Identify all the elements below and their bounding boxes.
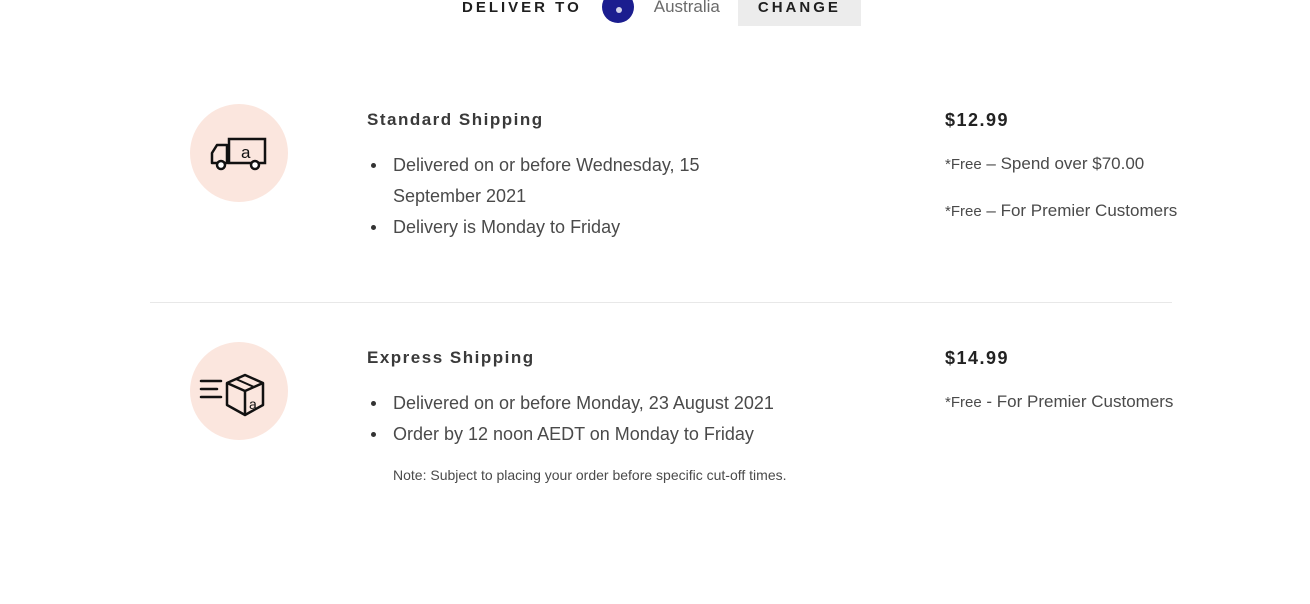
section-divider [150, 302, 1172, 303]
standard-shipping-details: Standard Shipping Delivered on or before… [367, 110, 787, 243]
price-note: *Free – Spend over $70.00 [945, 153, 1275, 176]
express-shipping-title: Express Shipping [367, 348, 535, 367]
country-name: Australia [653, 0, 720, 16]
price-note-text: - For Premier Customers [981, 392, 1174, 411]
free-label: *Free [945, 394, 982, 411]
price-note: *Free - For Premier Customers [945, 391, 1275, 414]
svg-text:a: a [241, 143, 251, 162]
cutoff-note: Note: Subject to placing your order befo… [393, 467, 787, 483]
free-label: *Free [945, 156, 982, 173]
express-shipping-price: $14.99 [945, 348, 1010, 368]
list-item: Delivered on or before Wednesday, 15 Sep… [367, 150, 787, 212]
australia-flag-icon [601, 0, 634, 23]
standard-shipping-title: Standard Shipping [367, 110, 544, 129]
deliver-to-bar: DELIVER TO Australia CHANGE [462, 0, 861, 26]
delivery-truck-icon: a [190, 104, 288, 202]
express-shipping-list: Delivered on or before Monday, 23 August… [367, 388, 787, 450]
standard-shipping-price-column: $12.99 *Free – Spend over $70.00 *Free –… [945, 110, 1275, 247]
express-shipping-details: Express Shipping Delivered on or before … [367, 348, 787, 487]
price-note: *Free – For Premier Customers [945, 200, 1275, 223]
list-item: Delivery is Monday to Friday [367, 212, 787, 243]
svg-text:a: a [249, 396, 257, 412]
price-note-text: – For Premier Customers [981, 201, 1178, 220]
list-item: Delivered on or before Monday, 23 August… [367, 388, 787, 419]
change-country-button[interactable]: CHANGE [737, 0, 861, 26]
express-shipping-price-column: $14.99 *Free - For Premier Customers [945, 348, 1275, 438]
standard-shipping-price: $12.99 [945, 110, 1010, 130]
price-note-text: – Spend over $70.00 [981, 154, 1145, 173]
shipping-info-page: DELIVER TO Australia CHANGE a Standard S… [0, 0, 1310, 604]
free-label: *Free [945, 203, 982, 220]
express-box-icon: a [190, 342, 288, 440]
standard-shipping-list: Delivered on or before Wednesday, 15 Sep… [367, 150, 787, 243]
deliver-to-label: DELIVER TO [462, 0, 582, 16]
list-item: Order by 12 noon AEDT on Monday to Frida… [367, 419, 787, 450]
